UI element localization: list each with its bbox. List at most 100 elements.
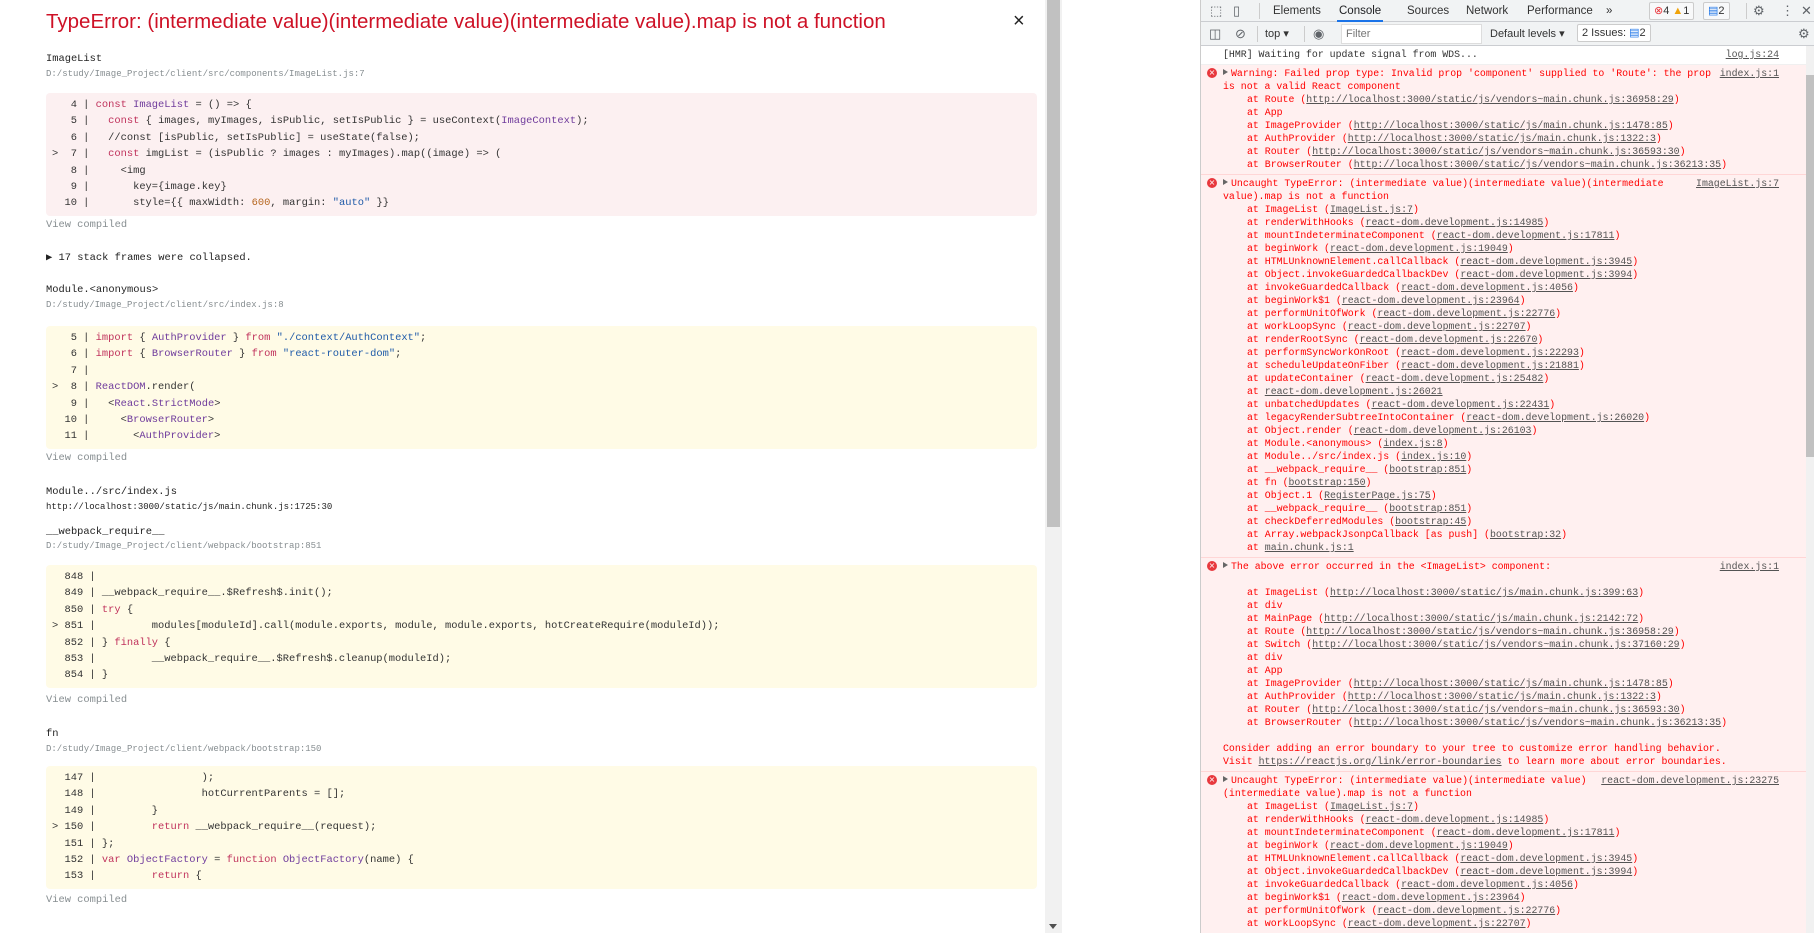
stack-frame-link[interactable]: bootstrap:851 bbox=[1389, 503, 1466, 514]
stack-frame-link[interactable]: react-dom.development.js:17811 bbox=[1437, 827, 1615, 838]
stack-frame-link[interactable]: ImageList.js:7 bbox=[1330, 204, 1413, 215]
stack-frame-link[interactable]: http://localhost:3000/static/js/vendors~… bbox=[1306, 626, 1673, 637]
stack-frame-link[interactable]: http://localhost:3000/static/js/vendors~… bbox=[1312, 146, 1679, 157]
close-devtools-icon[interactable]: ✕ bbox=[1801, 3, 1812, 19]
stack-frame-link[interactable]: index.js:10 bbox=[1401, 451, 1466, 462]
clear-console-icon[interactable]: ⊘ bbox=[1235, 26, 1246, 42]
stack-frame-link[interactable]: react-dom.development.js:14985 bbox=[1366, 814, 1544, 825]
inspect-element-icon[interactable]: ⬚ bbox=[1210, 3, 1222, 19]
stack-frame-link[interactable]: bootstrap:851 bbox=[1389, 464, 1466, 475]
code-token: > bbox=[214, 430, 221, 443]
stack-frame-link[interactable]: http://localhost:3000/static/js/main.chu… bbox=[1324, 613, 1638, 624]
stack-frame-link[interactable]: react-dom.development.js:23964 bbox=[1342, 892, 1520, 903]
scrollbar-thumb[interactable] bbox=[1047, 0, 1060, 527]
expand-triangle-icon[interactable] bbox=[1223, 69, 1228, 75]
stack-frame-link[interactable]: index.js:8 bbox=[1383, 438, 1442, 449]
stack-frame-link[interactable]: bootstrap:150 bbox=[1289, 477, 1366, 488]
stack-frame-link[interactable]: react-dom.development.js:3994 bbox=[1460, 866, 1632, 877]
more-tabs-button[interactable]: » bbox=[1606, 0, 1612, 22]
log-levels-dropdown[interactable]: Default levels ▾ bbox=[1490, 26, 1565, 42]
view-compiled-link[interactable]: View compiled bbox=[46, 452, 127, 464]
device-toolbar-icon[interactable]: ▯ bbox=[1233, 3, 1240, 19]
overlay-scrollbar[interactable] bbox=[1045, 0, 1062, 933]
console-scrollbar[interactable] bbox=[1806, 46, 1814, 933]
tab-performance[interactable]: Performance bbox=[1527, 0, 1593, 22]
sidebar-toggle-icon[interactable]: ◫ bbox=[1209, 26, 1221, 42]
stack-frame-link[interactable]: react-dom.development.js:22431 bbox=[1371, 399, 1549, 410]
stack-frame-link[interactable]: main.chunk.js:1 bbox=[1265, 542, 1354, 553]
stack-frame-link[interactable]: react-dom.development.js:26020 bbox=[1466, 412, 1644, 423]
issues-button[interactable]: 2 Issues: ▤2 bbox=[1577, 24, 1651, 42]
scroll-down-arrow-icon[interactable] bbox=[1049, 924, 1057, 929]
tab-console[interactable]: Console bbox=[1337, 0, 1384, 22]
view-compiled-link[interactable]: View compiled bbox=[46, 694, 127, 706]
stack-frame-link[interactable]: http://localhost:3000/static/js/main.chu… bbox=[1348, 133, 1656, 144]
tab-network[interactable]: Network bbox=[1466, 0, 1508, 22]
stack-frame-link[interactable]: http://localhost:3000/static/js/main.chu… bbox=[1354, 678, 1668, 689]
expand-triangle-icon[interactable] bbox=[1223, 179, 1228, 185]
settings-gear-icon[interactable]: ⚙ bbox=[1753, 3, 1765, 19]
stack-frame-link[interactable]: react-dom.development.js:22776 bbox=[1377, 308, 1555, 319]
stack-frame-link[interactable]: http://localhost:3000/static/js/vendors~… bbox=[1312, 639, 1679, 650]
scrollbar-thumb[interactable] bbox=[1806, 75, 1814, 457]
stack-frame-link[interactable]: react-dom.development.js:23964 bbox=[1342, 295, 1520, 306]
view-compiled-link[interactable]: View compiled bbox=[46, 219, 127, 231]
code-token: ; bbox=[326, 587, 333, 600]
stack-frame-link[interactable]: react-dom.development.js:22670 bbox=[1360, 334, 1538, 345]
stack-frame-link[interactable]: http://localhost:3000/static/js/main.chu… bbox=[1354, 120, 1668, 131]
stack-frame-link[interactable]: react-dom.development.js:3945 bbox=[1460, 256, 1632, 267]
stack-frame-link[interactable]: RegisterPage.js:75 bbox=[1324, 490, 1431, 501]
source-link[interactable]: index.js:1 bbox=[1719, 560, 1779, 573]
stack-frame-link[interactable]: react-dom.development.js:22707 bbox=[1348, 321, 1526, 332]
stack-frame-link[interactable]: http://localhost:3000/static/js/main.chu… bbox=[1330, 587, 1638, 598]
tab-elements[interactable]: Elements bbox=[1273, 0, 1321, 22]
expand-triangle-icon[interactable] bbox=[1223, 562, 1228, 568]
stack-frame-link[interactable]: react-dom.development.js:14985 bbox=[1366, 217, 1544, 228]
stack-frame-link[interactable]: react-dom.development.js:4056 bbox=[1401, 879, 1573, 890]
console-filter-input[interactable] bbox=[1341, 24, 1482, 44]
stack-frame-link[interactable]: react-dom.development.js:3994 bbox=[1460, 269, 1632, 280]
stack-frame-link[interactable]: react-dom.development.js:22293 bbox=[1401, 347, 1579, 358]
source-link[interactable]: index.js:1 bbox=[1719, 67, 1779, 80]
stack-frame-link[interactable]: react-dom.development.js:26021 bbox=[1265, 386, 1443, 397]
stack-frame-link[interactable]: react-dom.development.js:25482 bbox=[1366, 373, 1544, 384]
console-settings-gear-icon[interactable]: ⚙ bbox=[1798, 26, 1810, 42]
tab-sources[interactable]: Sources bbox=[1407, 0, 1449, 22]
stack-frame-link[interactable]: http://localhost:3000/static/js/vendors~… bbox=[1312, 704, 1679, 715]
stack-frame-link[interactable]: http://localhost:3000/static/js/vendors~… bbox=[1354, 159, 1721, 170]
expand-triangle-icon[interactable] bbox=[1223, 776, 1228, 782]
frame-file-path: D:/study/Image_Project/client/src/compon… bbox=[46, 69, 365, 79]
error-boundaries-link[interactable]: https://reactjs.org/link/error-boundarie… bbox=[1259, 756, 1502, 767]
close-overlay-button[interactable]: × bbox=[1013, 10, 1025, 33]
messages-counter[interactable]: ▤2 bbox=[1703, 2, 1730, 20]
stack-frame-link[interactable]: ImageList.js:7 bbox=[1330, 801, 1413, 812]
error-icon: × bbox=[1207, 68, 1217, 78]
stack-frame-link[interactable]: react-dom.development.js:19049 bbox=[1330, 840, 1508, 851]
source-link[interactable]: ImageList.js:7 bbox=[1696, 177, 1779, 190]
stack-frame-link[interactable]: react-dom.development.js:26103 bbox=[1354, 425, 1532, 436]
error-warning-counter[interactable]: ⊗4 ▲1 bbox=[1649, 2, 1695, 20]
stack-frame-link[interactable]: react-dom.development.js:3945 bbox=[1460, 853, 1632, 864]
more-options-kebab-icon[interactable]: ⋮ bbox=[1781, 3, 1794, 19]
stack-frame-link[interactable]: react-dom.development.js:4056 bbox=[1401, 282, 1573, 293]
stack-frame-link[interactable]: react-dom.development.js:22776 bbox=[1377, 905, 1555, 916]
stack-frame-link[interactable]: bootstrap:32 bbox=[1490, 529, 1561, 540]
code-token: hotCreateRequire bbox=[544, 620, 645, 633]
view-compiled-link[interactable]: View compiled bbox=[46, 894, 127, 906]
stack-frame-link[interactable]: react-dom.development.js:17811 bbox=[1437, 230, 1615, 241]
stack-frame-link[interactable]: react-dom.development.js:19049 bbox=[1330, 243, 1508, 254]
stack-frame-link[interactable]: http://localhost:3000/static/js/vendors~… bbox=[1354, 717, 1721, 728]
source-link[interactable]: log.js:24 bbox=[1725, 48, 1779, 61]
source-link[interactable]: react-dom.development.js:23275 bbox=[1601, 774, 1779, 787]
stack-frame-link[interactable]: bootstrap:45 bbox=[1395, 516, 1466, 527]
stack-frame-link[interactable]: http://localhost:3000/static/js/vendors~… bbox=[1306, 94, 1673, 105]
paren: ) bbox=[1655, 691, 1662, 702]
context-selector[interactable]: top ▾ bbox=[1265, 26, 1289, 42]
stack-frame-link[interactable]: react-dom.development.js:22707 bbox=[1348, 918, 1526, 929]
collapsed-frames-toggle[interactable]: ▶ 17 stack frames were collapsed. bbox=[46, 251, 252, 264]
code-line: 149 | } bbox=[52, 803, 1031, 819]
stack-frame: at AuthProvider (http://localhost:3000/s… bbox=[1223, 690, 1770, 703]
stack-frame-link[interactable]: http://localhost:3000/static/js/main.chu… bbox=[1348, 691, 1656, 702]
live-expression-eye-icon[interactable]: ◉ bbox=[1313, 26, 1324, 42]
stack-frame-link[interactable]: react-dom.development.js:21881 bbox=[1401, 360, 1579, 371]
